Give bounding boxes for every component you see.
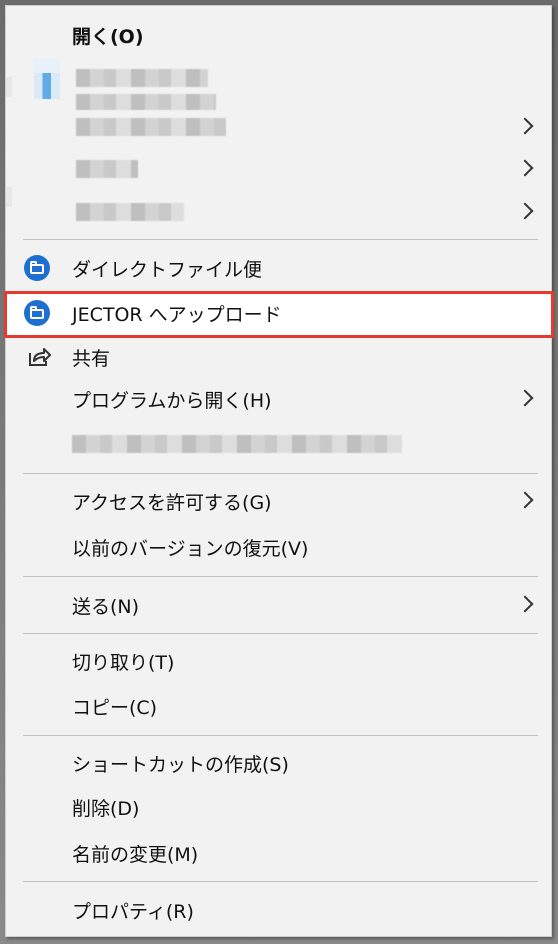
folder-app-icon [24,255,50,281]
chevron-right-icon [516,117,534,135]
menu-item-give-access-label: アクセスを許可する(G) [72,491,272,514]
menu-item-cut-label: 切り取り(T) [72,651,175,674]
redacted-text [76,118,226,136]
menu-item-properties-label: プロパティ(R) [72,900,194,923]
menu-item-restore-previous-label: 以前のバージョンの復元(V) [72,537,309,560]
separator [23,633,538,634]
separator [23,473,538,474]
menu-item-redacted-5[interactable] [6,192,551,232]
redacted-text [72,435,402,453]
share-icon [29,348,51,366]
menu-item-give-access[interactable]: アクセスを許可する(G) [6,481,551,521]
menu-item-delete-label: 削除(D) [72,797,140,820]
menu-item-share-label: 共有 [72,347,111,370]
chevron-right-icon [516,491,534,509]
separator [23,239,538,240]
chevron-right-icon [516,595,534,613]
menu-item-send-to-label: 送る(N) [72,595,140,618]
separator [23,576,538,577]
menu-item-direct-file-label: ダイレクトファイル便 [72,258,263,281]
menu-item-rename-label: 名前の変更(M) [72,843,199,866]
menu-item-jector-upload-label: JECTOR へアップロード [72,303,282,326]
menu-item-jector-upload[interactable]: JECTOR へアップロード [6,293,551,333]
menu-item-create-shortcut[interactable]: ショートカットの作成(S) [6,743,551,783]
separator [23,881,538,882]
separator [23,735,538,736]
menu-item-rename[interactable]: 名前の変更(M) [6,833,551,873]
menu-item-properties[interactable]: プロパティ(R) [6,890,551,930]
menu-item-redacted-6[interactable] [6,424,551,464]
menu-item-redacted-3[interactable] [6,107,551,147]
menu-item-redacted-4[interactable] [6,149,551,189]
menu-item-open-with-label: プログラムから開く(H) [72,389,272,412]
menu-item-copy[interactable]: コピー(C) [6,686,551,726]
menu-item-open-with[interactable]: プログラムから開く(H) [6,379,551,419]
chevron-right-icon [516,202,534,220]
redacted-text [76,203,184,221]
context-menu: 開く(O) ダイレクトファイル便 JECTOR へアップロード 共有 プログラム… [4,5,554,937]
folder-icon [30,306,44,319]
menu-item-open-label: 開く(O) [72,25,144,48]
chevron-right-icon [516,389,534,407]
menu-item-share[interactable]: 共有 [6,337,551,377]
chevron-right-icon [516,159,534,177]
menu-item-direct-file[interactable]: ダイレクトファイル便 [6,248,551,288]
redacted-text [76,160,138,178]
menu-item-delete[interactable]: 削除(D) [6,787,551,827]
folder-icon [30,261,44,274]
menu-item-create-shortcut-label: ショートカットの作成(S) [72,753,289,776]
menu-item-send-to[interactable]: 送る(N) [6,585,551,625]
menu-item-cut[interactable]: 切り取り(T) [6,641,551,681]
menu-item-restore-previous[interactable]: 以前のバージョンの復元(V) [6,527,551,567]
folder-app-icon [24,300,50,326]
menu-item-open[interactable]: 開く(O) [6,15,551,55]
menu-item-copy-label: コピー(C) [72,696,158,719]
